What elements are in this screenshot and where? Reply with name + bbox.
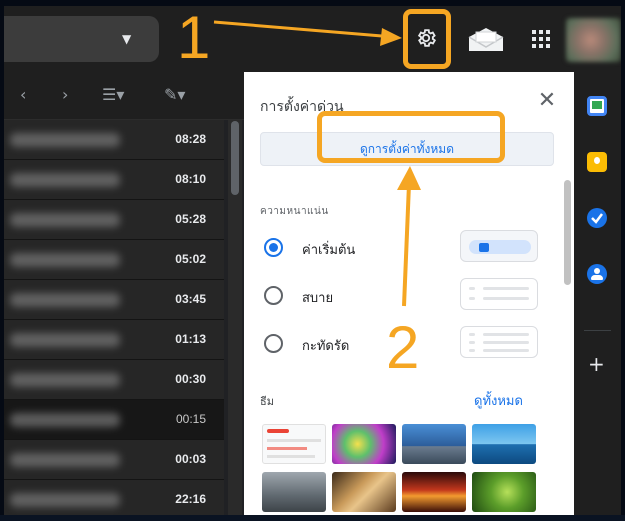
frame-bottom-border: [0, 515, 625, 521]
gmail-window: ▼ ‹ › ☰▾ ✎▾ 08:28 08:10 05:28 05:02 03:4…: [4, 6, 621, 519]
arrowhead-settings: [380, 28, 402, 46]
arrow-to-settings: [213, 20, 383, 38]
arrow-to-see-all: [402, 183, 411, 307]
arrowhead-see-all: [397, 166, 421, 190]
annotation-arrows: [213, 20, 421, 307]
